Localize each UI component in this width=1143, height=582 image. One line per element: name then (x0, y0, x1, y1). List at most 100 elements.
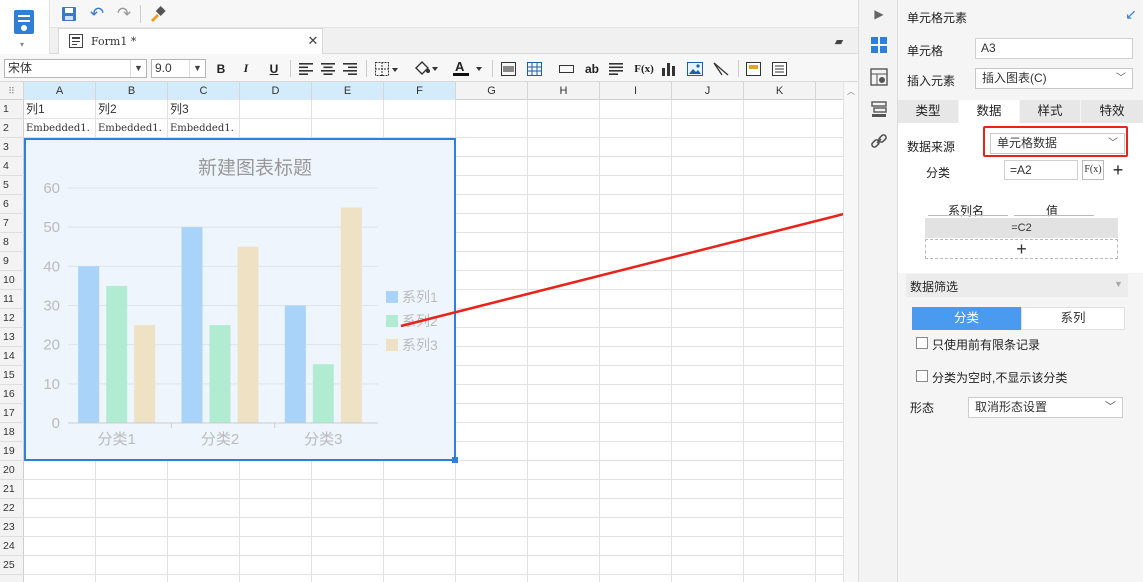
table-icon[interactable] (525, 60, 543, 77)
tab-type[interactable]: 类型 (898, 100, 958, 123)
format-painter-icon[interactable] (147, 4, 167, 24)
column-header-j[interactable]: J (672, 82, 744, 100)
align-left-icon[interactable] (297, 60, 315, 77)
row-header-17[interactable]: 17 (0, 404, 24, 423)
column-header-b[interactable]: B (96, 82, 168, 100)
row-header-24[interactable]: 24 (0, 537, 24, 556)
cell-a2[interactable]: Embedded1. (24, 119, 96, 138)
category-field[interactable]: =A2 (1004, 160, 1078, 180)
fill-color-icon[interactable] (412, 59, 440, 77)
row-header-5[interactable]: 5 (0, 176, 24, 195)
hide-empty-category-checkbox[interactable] (916, 370, 928, 382)
column-header-i[interactable]: I (600, 82, 672, 100)
row-header-8[interactable]: 8 (0, 233, 24, 252)
font-family-select[interactable]: 宋体 ▼ (4, 59, 147, 78)
row-header-10[interactable]: 10 (0, 271, 24, 290)
report-icon[interactable] (770, 60, 788, 77)
cell-element-icon[interactable] (868, 34, 890, 56)
border-icon[interactable] (374, 60, 400, 77)
value-cell[interactable]: =C2 (925, 218, 1118, 238)
cell-c2[interactable]: Embedded1. (168, 119, 240, 138)
text-ab-button[interactable]: ab (582, 59, 602, 78)
align-center-icon[interactable] (319, 60, 337, 77)
row-header-9[interactable]: 9 (0, 252, 24, 271)
column-header-k[interactable]: K (744, 82, 816, 100)
row-header-11[interactable]: 11 (0, 290, 24, 309)
cell-attribute-icon[interactable] (868, 66, 890, 88)
row-header-2[interactable]: 2 (0, 119, 24, 138)
cell-field[interactable]: A3 (975, 38, 1133, 59)
paragraph-icon[interactable] (607, 60, 625, 77)
add-category-button[interactable]: + (1108, 160, 1128, 180)
tab-form1[interactable]: Form1 * (58, 28, 323, 54)
cell-b2[interactable]: Embedded1. (96, 119, 168, 138)
formula-button[interactable]: F(x) (632, 59, 656, 78)
row-header-25[interactable]: 25 (0, 556, 24, 575)
merge-cells-icon[interactable] (499, 60, 517, 77)
chevron-down-icon[interactable]: ▼ (1114, 279, 1123, 289)
align-right-icon[interactable] (341, 60, 359, 77)
redo-icon[interactable]: ↷ (114, 4, 134, 24)
save-icon[interactable] (60, 5, 78, 23)
column-header-f[interactable]: F (384, 82, 456, 100)
row-header-16[interactable]: 16 (0, 385, 24, 404)
font-color-icon[interactable]: A (450, 58, 486, 78)
cell-b1[interactable]: 列2 (96, 100, 168, 119)
column-header-g[interactable]: G (456, 82, 528, 100)
app-menu-icon[interactable] (12, 8, 36, 36)
widget-icon[interactable] (744, 60, 762, 77)
resize-handle[interactable] (452, 457, 458, 463)
tab-data[interactable]: 数据 (959, 100, 1019, 123)
close-tab-icon[interactable]: ✕ (306, 33, 320, 49)
column-header-h[interactable]: H (528, 82, 600, 100)
row-header-3[interactable]: 3 (0, 138, 24, 157)
row-header-13[interactable]: 13 (0, 328, 24, 347)
filter-tab-category[interactable]: 分类 (912, 307, 1021, 330)
row-header-20[interactable]: 20 (0, 461, 24, 480)
row-header-4[interactable]: 4 (0, 157, 24, 176)
collapse-arrow-icon[interactable]: ↙ (1123, 6, 1139, 22)
tab-style[interactable]: 样式 (1020, 100, 1080, 123)
tab-effect[interactable]: 特效 (1081, 100, 1143, 123)
add-series-button[interactable]: + (925, 239, 1118, 259)
row-header-14[interactable]: 14 (0, 347, 24, 366)
cell-c1[interactable]: 列3 (168, 100, 240, 119)
select-all-corner[interactable]: ⠿ (0, 82, 24, 100)
scroll-up-icon[interactable]: ︿ (847, 86, 855, 97)
row-header-1[interactable]: 1 (0, 100, 24, 119)
row-header-6[interactable]: 6 (0, 195, 24, 214)
row-header-18[interactable]: 18 (0, 423, 24, 442)
data-source-select[interactable]: 单元格数据 ﹀ (990, 133, 1125, 154)
filter-tab-series[interactable]: 系列 (1021, 307, 1125, 330)
chevron-down-icon[interactable]: ▾ (20, 40, 24, 49)
slash-cell-icon[interactable] (712, 60, 730, 77)
panel-collapse-icon[interactable]: ▶ (871, 6, 887, 22)
cell-a1[interactable]: 列1 (24, 100, 96, 119)
link-icon[interactable] (868, 130, 890, 152)
bold-button[interactable]: B (211, 59, 231, 78)
row-header-7[interactable]: 7 (0, 214, 24, 233)
undo-icon[interactable]: ↶ (87, 4, 107, 24)
vertical-scrollbar[interactable]: ︿ (843, 82, 858, 582)
bar-chart-icon[interactable] (660, 60, 678, 77)
widget-settings-icon[interactable] (868, 98, 890, 120)
limit-records-checkbox[interactable] (916, 337, 928, 349)
underline-button[interactable]: U (264, 59, 284, 78)
row-header-15[interactable]: 15 (0, 366, 24, 385)
insert-element-select[interactable]: 插入图表(C) ﹀ (975, 68, 1133, 89)
column-header-a[interactable]: A (24, 82, 96, 100)
italic-button[interactable]: I (236, 59, 256, 78)
row-header-19[interactable]: 19 (0, 442, 24, 461)
image-icon[interactable] (686, 60, 704, 77)
column-header-c[interactable]: C (168, 82, 240, 100)
tab-menu-icon[interactable]: ▰ (830, 33, 848, 49)
row-header-23[interactable]: 23 (0, 518, 24, 537)
chart-element[interactable]: 新建图表标题 0 10 20 30 40 50 60 分类1 分类2 分类3 系列1 系列2 系列3 (24, 138, 458, 463)
shape-select[interactable]: 取消形态设置 ﹀ (968, 397, 1123, 418)
column-header-e[interactable]: E (312, 82, 384, 100)
column-header-d[interactable]: D (240, 82, 312, 100)
font-size-select[interactable]: 9.0 ▼ (151, 59, 206, 78)
row-header-22[interactable]: 22 (0, 499, 24, 518)
formula-button[interactable]: F(x) (1082, 160, 1104, 180)
textbox-icon[interactable] (557, 60, 575, 77)
